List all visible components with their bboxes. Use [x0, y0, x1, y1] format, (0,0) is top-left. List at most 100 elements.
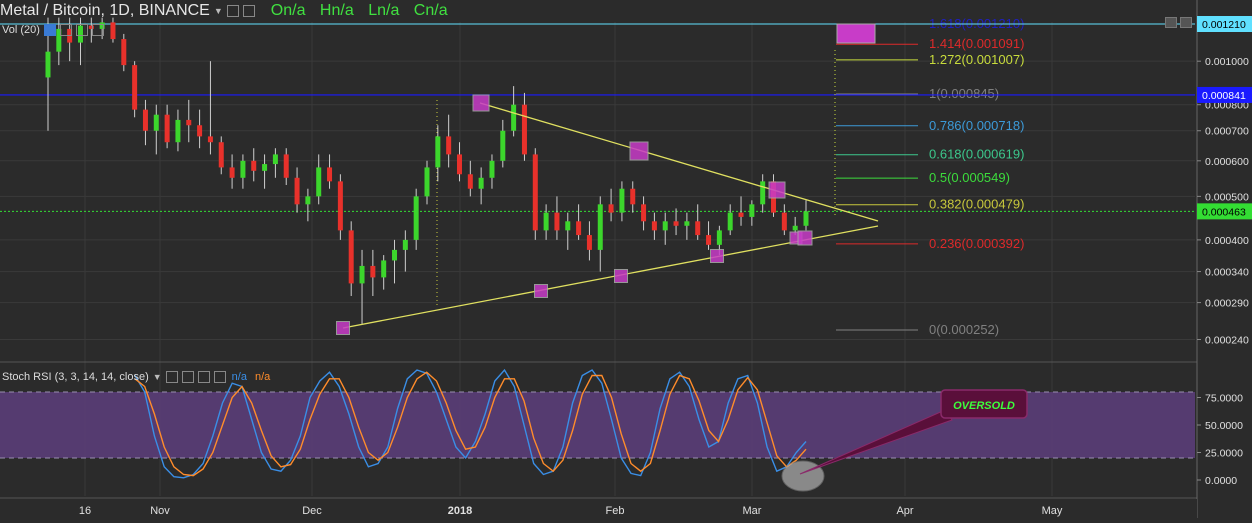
candle-body — [337, 181, 343, 231]
candle-body — [153, 114, 159, 131]
more-icon[interactable] — [91, 24, 104, 36]
pivot-marker — [797, 230, 813, 246]
candle-body — [272, 154, 278, 165]
add-icon[interactable] — [197, 371, 210, 383]
chart-canvas[interactable]: 1.618(0.001210)1.414(0.001091)1.272(0.00… — [0, 0, 1252, 518]
price-axis[interactable]: 0.000240 0.000290 0.000340 0.000400 0.000500… — [1196, 0, 1252, 518]
chevron-down-icon[interactable]: ▼ — [214, 6, 223, 16]
stoch-d-value: n/a — [254, 371, 271, 383]
candle-body — [651, 221, 657, 231]
time-tick-label: Dec — [302, 505, 322, 517]
candle-body — [706, 235, 712, 245]
candle-body — [164, 114, 170, 143]
close-value: n/a — [425, 2, 448, 19]
fib-label: 0(0.000252) — [929, 322, 999, 337]
price-tick-label: 0.000400 — [1205, 235, 1249, 247]
ohlc-values: On/a Hn/a Ln/a Cn/a — [271, 2, 458, 20]
time-tick-label: Apr — [896, 505, 913, 517]
pivot-marker — [534, 284, 548, 298]
candle-body — [197, 125, 203, 137]
candle-body — [175, 119, 181, 143]
maximize-pane-icon[interactable] — [1165, 17, 1177, 28]
candle-body — [316, 167, 322, 197]
chart-header: Metal / Bitcoin, 1D, BINANCE ▼ On/a Hn/a… — [0, 0, 458, 22]
candle-body — [608, 204, 614, 213]
time-axis[interactable]: 16 Nov Dec 2018 Feb Mar Apr May — [0, 499, 1197, 518]
price-label: 0.001210 — [1202, 19, 1246, 31]
stoch-label[interactable]: Stoch RSI (3, 3, 14, 14, close) — [2, 371, 149, 383]
open-label: O — [270, 2, 284, 19]
pivot-marker — [336, 321, 350, 335]
candle-body — [413, 196, 419, 240]
time-tick-label: Mar — [743, 505, 762, 517]
chevron-down-icon[interactable]: ▼ — [153, 372, 162, 382]
candle-body — [727, 212, 733, 231]
oversold-highlight — [781, 460, 825, 492]
candle-body — [478, 177, 484, 189]
eye-icon[interactable] — [43, 24, 56, 36]
fib-label: 0.236(0.000392) — [929, 236, 1024, 251]
candle-body — [521, 104, 527, 155]
pane-menu-icon[interactable] — [1180, 17, 1192, 28]
fib-label: 1.272(0.001007) — [929, 52, 1024, 67]
compare-icon[interactable] — [242, 5, 255, 17]
settings-icon[interactable] — [59, 24, 72, 36]
candle-body — [240, 160, 246, 178]
candle-body — [716, 230, 722, 245]
open-value: n/a — [283, 2, 306, 19]
pivot-marker — [614, 269, 628, 283]
candle-body — [738, 212, 744, 217]
candle-body — [121, 39, 127, 66]
candle-body — [532, 154, 538, 231]
candle-body — [597, 204, 603, 250]
chart-window[interactable]: 1.618(0.001210) 1.414(0.001091) 1.272(0.00… — [0, 0, 1252, 518]
stoch-k-value: n/a — [231, 371, 247, 383]
price-tick-label: 0.000700 — [1205, 126, 1249, 138]
price-label: 0.000841 — [1202, 90, 1246, 102]
time-tick-label: 16 — [79, 505, 91, 517]
price-tick-label: 0.000340 — [1205, 267, 1249, 279]
pivot-marker — [629, 141, 649, 161]
candle-body — [229, 167, 235, 178]
settings-icon[interactable] — [181, 371, 194, 383]
candle-body — [142, 109, 148, 131]
candle-body — [803, 211, 809, 226]
candle-body — [207, 136, 213, 143]
candle-body — [186, 119, 192, 126]
candle-body — [792, 225, 798, 231]
price-label: 0.000463 — [1202, 206, 1246, 218]
candle-body — [619, 188, 625, 213]
candle-body — [283, 154, 289, 178]
fib-label: 0.382(0.000479) — [929, 197, 1024, 212]
price-tick-label: 0.001000 — [1205, 56, 1249, 68]
pivot-marker — [472, 94, 490, 112]
candle-body — [446, 136, 452, 155]
eye-icon[interactable] — [165, 371, 178, 383]
candle-body — [435, 136, 441, 168]
settings-icon[interactable] — [226, 5, 239, 17]
close-icon[interactable] — [75, 24, 88, 36]
candle-body — [662, 221, 668, 231]
time-tick-label: Feb — [606, 505, 625, 517]
candle-body — [467, 174, 473, 189]
candle-body — [630, 188, 636, 205]
volume-label[interactable]: Vol (20) — [2, 24, 40, 36]
oversold-label: OVERSOLD — [953, 400, 1015, 412]
candle-body — [781, 212, 787, 231]
candle-body — [749, 204, 755, 217]
fib-label: 0.618(0.000619) — [929, 147, 1024, 162]
candle-body — [684, 221, 690, 226]
candle-body — [392, 249, 398, 261]
candle-body — [456, 154, 462, 175]
stoch-tick-label: 25.0000 — [1205, 448, 1243, 460]
candle-body — [565, 221, 571, 231]
candle-body — [305, 196, 311, 205]
fib-label: 1.414(0.001091) — [929, 36, 1024, 51]
symbol-title[interactable]: Metal / Bitcoin, 1D, BINANCE — [0, 2, 210, 20]
candle-body — [262, 164, 268, 171]
price-tick-label: 0.000290 — [1205, 298, 1249, 310]
candle-body — [132, 65, 138, 110]
candle-body — [641, 204, 647, 222]
close-icon[interactable] — [213, 371, 226, 383]
low-value: n/a — [377, 2, 400, 19]
